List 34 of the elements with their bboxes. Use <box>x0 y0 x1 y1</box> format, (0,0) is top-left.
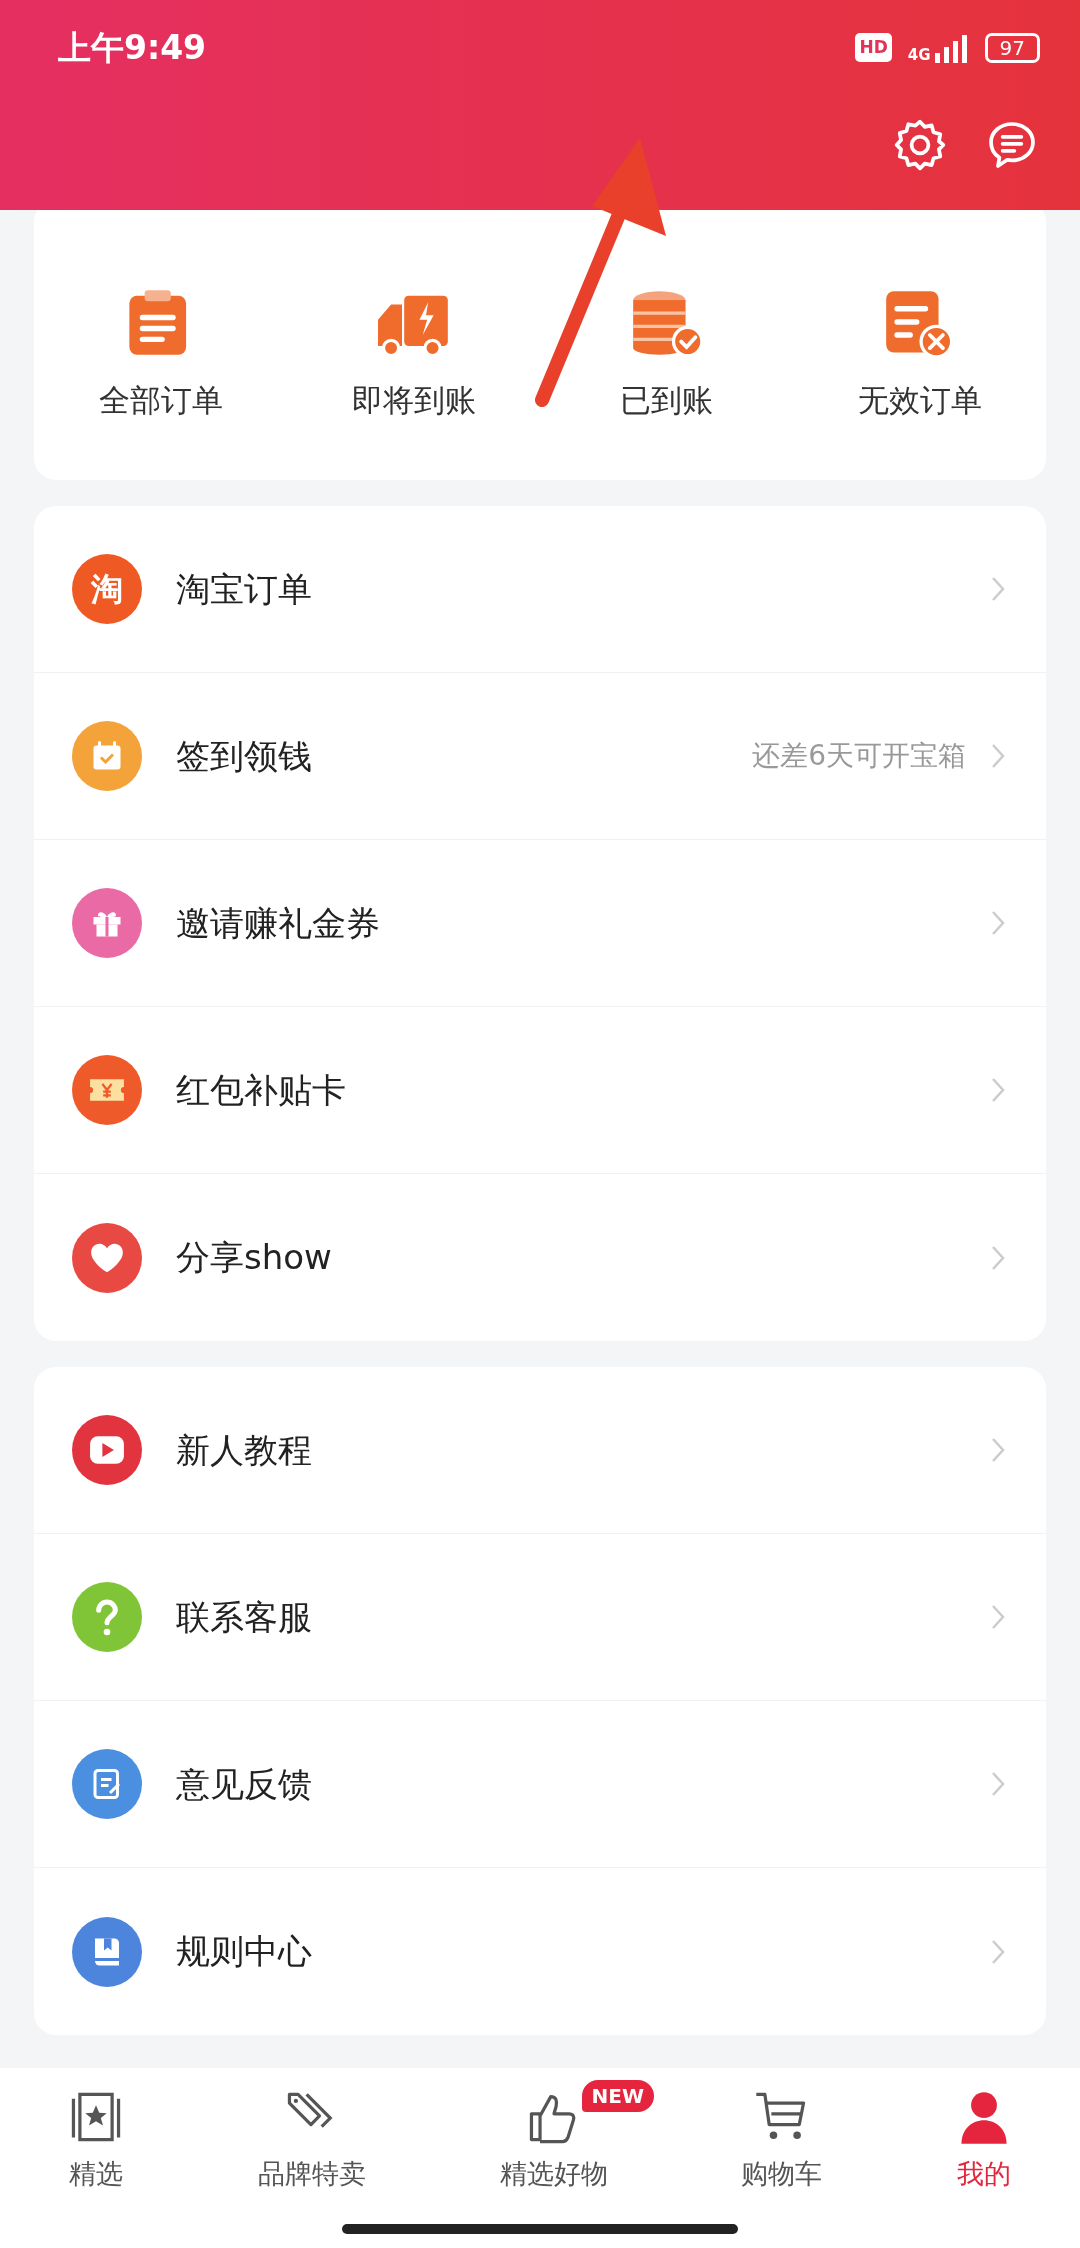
signal-icon <box>934 32 969 63</box>
menu-item-label[interactable]: 红包补贴卡 <box>176 1064 990 1116</box>
battery-level: 97 <box>984 32 1040 63</box>
chevron-right-icon[interactable] <box>990 1436 1006 1464</box>
chevron-right-icon[interactable] <box>990 742 1006 770</box>
menu-item-label[interactable]: 签到领钱 <box>176 730 753 782</box>
hd-indicator: HD <box>855 32 892 63</box>
order-status-link[interactable]: 全部订单 <box>98 376 223 424</box>
nav-tab[interactable]: 品牌特卖 <box>191 2088 433 2208</box>
chevron-right-icon[interactable] <box>990 1603 1006 1631</box>
chevron-right-icon[interactable] <box>990 575 1006 603</box>
order-status-link[interactable]: 无效订单 <box>857 376 982 424</box>
nav-tab[interactable]: 精选 <box>0 2088 192 2208</box>
menu-item-label[interactable]: 淘宝订单 <box>176 563 990 615</box>
nav-tab[interactable]: 我的 <box>888 2088 1080 2208</box>
menu-item-label[interactable]: 邀请赚礼金券 <box>176 897 990 949</box>
network-type: 4G <box>907 47 931 63</box>
new-badge: NEW <box>581 2080 654 2112</box>
nav-tab[interactable]: 购物车 <box>674 2088 889 2208</box>
chevron-right-icon[interactable] <box>990 1770 1006 1798</box>
menu-item-label[interactable]: 分享show <box>176 1232 990 1283</box>
menu-item-label[interactable]: 新人教程 <box>176 1424 990 1476</box>
order-status-link[interactable]: 已到账 <box>620 376 713 424</box>
menu-item-hint: 还差6天可开宝箱 <box>752 738 966 774</box>
menu-item-label[interactable]: 规则中心 <box>176 1926 990 1977</box>
menu-item-label[interactable]: 意见反馈 <box>176 1758 990 1810</box>
status-time: 上午9:49 <box>58 26 207 69</box>
chevron-right-icon[interactable] <box>990 909 1006 937</box>
order-status-link[interactable]: 即将到账 <box>351 376 476 424</box>
home-indicator[interactable] <box>342 2224 738 2234</box>
menu-item-label[interactable]: 联系客服 <box>176 1591 990 1643</box>
menu-icon: 淘 <box>72 554 142 624</box>
settings-icon[interactable] <box>892 117 948 173</box>
chevron-right-icon[interactable] <box>990 1076 1006 1104</box>
